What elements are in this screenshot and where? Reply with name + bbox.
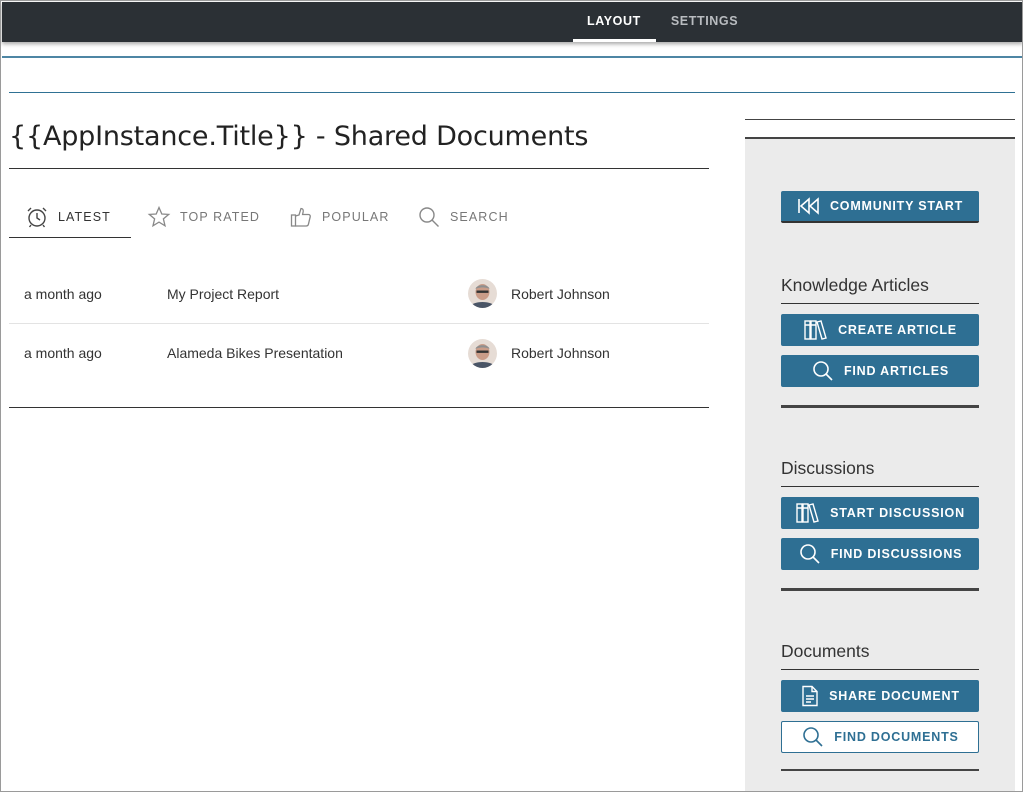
tab-settings[interactable]: SETTINGS bbox=[656, 2, 753, 42]
title-divider bbox=[9, 168, 709, 169]
documents-heading: Documents bbox=[781, 641, 979, 670]
document-date: a month ago bbox=[24, 285, 102, 302]
create-article-button[interactable]: CREATE ARTICLE bbox=[781, 314, 979, 346]
search-icon bbox=[813, 361, 833, 381]
sidebar: COMMUNITY START Knowledge Articles CREAT… bbox=[745, 137, 1015, 791]
tab-search-label: SEARCH bbox=[450, 210, 509, 224]
section-divider bbox=[781, 769, 979, 771]
avatar[interactable] bbox=[468, 279, 497, 308]
top-bar: LAYOUT SETTINGS bbox=[2, 2, 1022, 42]
create-article-label: CREATE ARTICLE bbox=[838, 323, 957, 337]
alarm-clock-icon bbox=[27, 207, 47, 227]
app-frame: LAYOUT SETTINGS {{AppInstance.Title}} - … bbox=[0, 0, 1023, 792]
find-articles-button[interactable]: FIND ARTICLES bbox=[781, 355, 979, 387]
tab-latest-label: LATEST bbox=[58, 209, 111, 224]
knowledge-articles-heading: Knowledge Articles bbox=[781, 275, 979, 304]
page-title: {{AppInstance.Title}} - Shared Documents bbox=[9, 121, 589, 152]
avatar[interactable] bbox=[468, 338, 497, 368]
author-link[interactable]: Robert Johnson bbox=[511, 286, 610, 302]
sidebar-top-divider bbox=[745, 119, 1015, 120]
find-documents-button[interactable]: FIND DOCUMENTS bbox=[781, 721, 979, 753]
tab-layout[interactable]: LAYOUT bbox=[573, 2, 656, 42]
document-icon bbox=[802, 685, 818, 707]
document-link[interactable]: My Project Report bbox=[167, 286, 279, 302]
star-icon bbox=[147, 205, 171, 228]
search-icon bbox=[419, 207, 439, 227]
document-filter-tabs: LATEST TOP RATED POPULAR SEARCH bbox=[9, 196, 709, 238]
find-discussions-label: FIND DISCUSSIONS bbox=[830, 547, 963, 561]
list-item: a month ago My Project Report Robert Joh… bbox=[9, 264, 709, 323]
document-list: a month ago My Project Report Robert Joh… bbox=[9, 264, 709, 382]
find-documents-label: FIND DOCUMENTS bbox=[834, 730, 959, 744]
books-icon bbox=[804, 320, 827, 340]
tab-popular-label: POPULAR bbox=[322, 210, 390, 224]
content-divider bbox=[9, 92, 1015, 93]
community-start-button[interactable]: COMMUNITY START bbox=[781, 191, 979, 223]
start-discussion-button[interactable]: START DISCUSSION bbox=[781, 497, 979, 529]
discussions-heading: Discussions bbox=[781, 458, 979, 487]
find-discussions-button[interactable]: FIND DISCUSSIONS bbox=[781, 538, 979, 570]
tab-latest[interactable]: LATEST bbox=[9, 196, 131, 238]
list-item: a month ago Alameda Bikes Presentation R… bbox=[9, 323, 709, 382]
share-document-label: SHARE DOCUMENT bbox=[829, 689, 960, 703]
rewind-icon bbox=[798, 197, 819, 215]
share-document-button[interactable]: SHARE DOCUMENT bbox=[781, 680, 979, 712]
tab-popular[interactable]: POPULAR bbox=[277, 196, 411, 238]
find-articles-label: FIND ARTICLES bbox=[843, 364, 950, 378]
books-icon bbox=[796, 503, 819, 523]
search-icon bbox=[799, 544, 820, 564]
search-icon bbox=[803, 727, 823, 747]
top-nav: LAYOUT SETTINGS bbox=[573, 2, 753, 42]
document-link[interactable]: Alameda Bikes Presentation bbox=[167, 345, 343, 361]
document-date: a month ago bbox=[24, 345, 102, 361]
start-discussion-label: START DISCUSSION bbox=[830, 506, 965, 520]
tab-top-rated-label: TOP RATED bbox=[180, 210, 261, 224]
section-divider bbox=[781, 405, 979, 408]
section-divider bbox=[781, 588, 979, 591]
tab-top-rated[interactable]: TOP RATED bbox=[131, 196, 277, 238]
author-link[interactable]: Robert Johnson bbox=[511, 345, 610, 361]
tab-search[interactable]: SEARCH bbox=[411, 196, 541, 238]
header-divider bbox=[2, 56, 1022, 58]
list-divider bbox=[9, 407, 709, 408]
thumbs-up-icon bbox=[290, 207, 311, 227]
community-start-label: COMMUNITY START bbox=[829, 199, 964, 213]
